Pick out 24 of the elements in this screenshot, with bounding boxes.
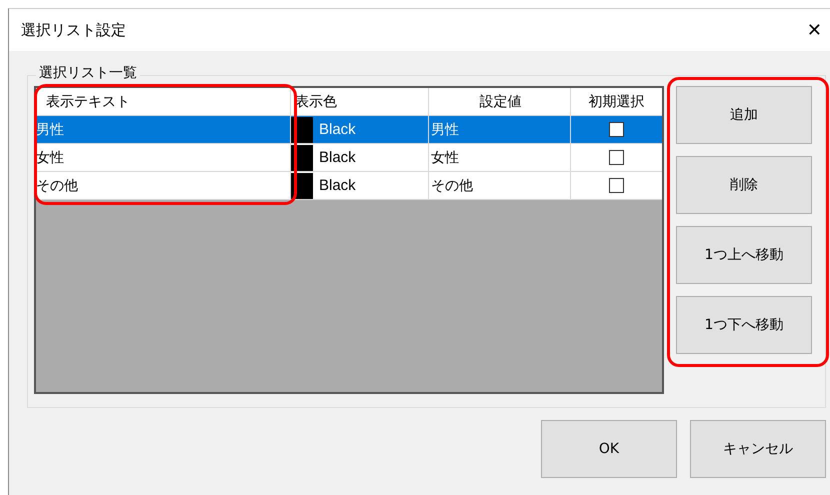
- table-row[interactable]: その他 Black その他: [36, 172, 662, 200]
- group-label: 選択リスト一覧: [36, 64, 140, 82]
- column-header[interactable]: 初期選択: [571, 88, 662, 115]
- column-header[interactable]: 設定値: [429, 88, 571, 115]
- color-name: Black: [319, 121, 356, 138]
- table-cell: その他: [429, 172, 571, 199]
- side-button[interactable]: 追加: [676, 86, 812, 144]
- dialog-button[interactable]: キャンセル: [690, 420, 826, 478]
- table-row[interactable]: 男性 Black 男性: [36, 116, 662, 144]
- side-button[interactable]: 1つ上へ移動: [676, 226, 812, 284]
- side-button[interactable]: 削除: [676, 156, 812, 214]
- color-name: Black: [319, 177, 356, 194]
- checkbox[interactable]: [609, 178, 624, 193]
- window-title: 選択リスト設定: [21, 20, 126, 40]
- table-cell: 男性: [429, 116, 571, 143]
- table-cell: 女性: [429, 144, 571, 171]
- close-button[interactable]: ✕: [800, 20, 828, 40]
- color-name: Black: [319, 149, 356, 166]
- dialog-button[interactable]: OK: [541, 420, 677, 478]
- table-row[interactable]: 女性 Black 女性: [36, 144, 662, 172]
- checkbox[interactable]: [609, 150, 624, 165]
- checkbox[interactable]: [609, 122, 624, 137]
- side-button[interactable]: 1つ下へ移動: [676, 296, 812, 354]
- column-header[interactable]: 表示テキスト: [36, 88, 291, 115]
